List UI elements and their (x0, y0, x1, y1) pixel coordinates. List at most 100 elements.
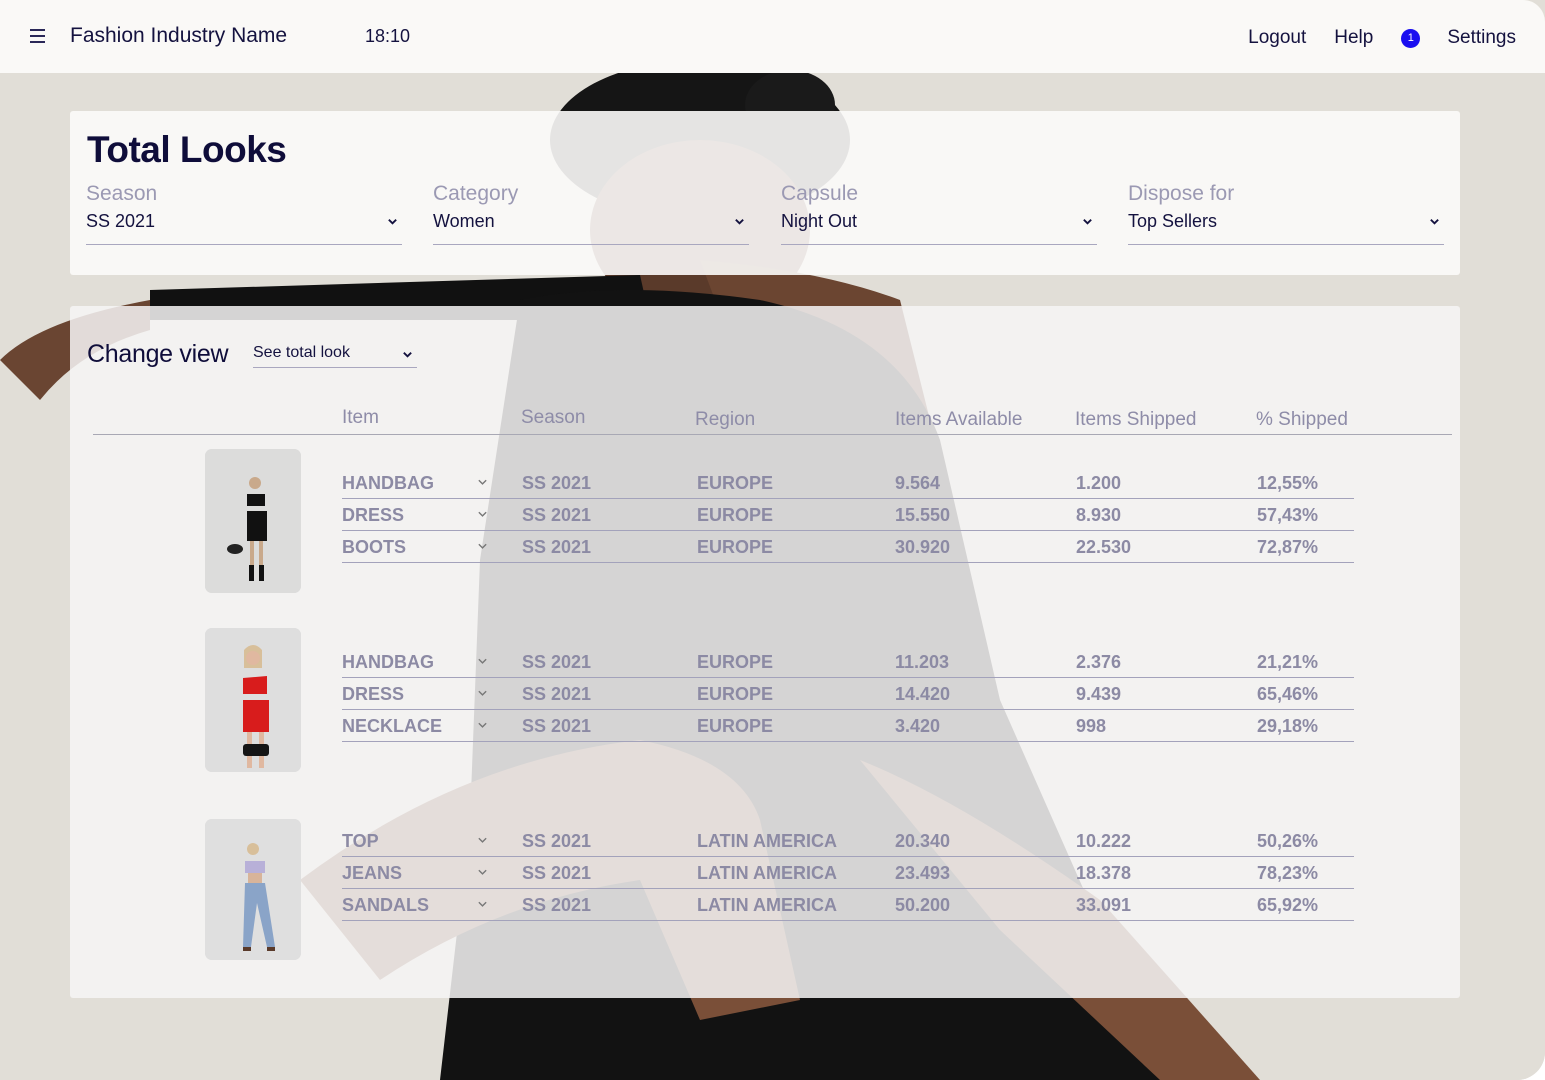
table-row[interactable]: SANDALS SS 2021 LATIN AMERICA 50.200 33.… (342, 889, 1354, 921)
cell-region: EUROPE (697, 716, 774, 736)
category-label: Category (433, 182, 519, 205)
chevron-down-icon[interactable] (477, 868, 488, 877)
cell-available: 9.564 (895, 473, 941, 493)
view-select[interactable]: See total look (253, 344, 417, 368)
cell-available: 14.420 (895, 684, 951, 704)
cell-available: 50.200 (895, 895, 951, 915)
column-header-season[interactable]: Season (521, 407, 585, 429)
change-view-label: Change view (87, 340, 229, 368)
top-bar: Fashion Industry Name 18:10 Logout Help … (0, 0, 1545, 73)
cell-pct-shipped: 78,23% (1257, 863, 1319, 883)
cell-season: SS 2021 (522, 863, 592, 883)
cell-available: 30.920 (895, 537, 951, 557)
table-row[interactable]: DRESS SS 2021 EUROPE 15.550 8.930 57,43% (342, 499, 1354, 531)
capsule-select[interactable]: Capsule Night Out (781, 181, 1097, 245)
cell-item: JEANS (342, 863, 403, 883)
chevron-down-icon[interactable] (477, 900, 488, 909)
category-value: Women (433, 211, 495, 231)
logout-link[interactable]: Logout (1248, 27, 1306, 49)
cell-item: BOOTS (342, 537, 407, 557)
cell-season: SS 2021 (522, 537, 592, 557)
cell-item: TOP (342, 831, 379, 851)
look-thumbnail-red-dress[interactable] (205, 628, 301, 772)
category-select[interactable]: Category Women (433, 181, 749, 245)
cell-season: SS 2021 (522, 473, 592, 493)
dispose-for-label: Dispose for (1128, 182, 1235, 205)
cell-item: HANDBAG (342, 473, 434, 493)
brand-name: Fashion Industry Name (70, 24, 288, 47)
dispose-for-select[interactable]: Dispose for Top Sellers (1128, 181, 1444, 245)
table-row[interactable]: DRESS SS 2021 EUROPE 14.420 9.439 65,46% (342, 678, 1354, 710)
cell-item: DRESS (342, 684, 405, 704)
app-frame: Fashion Industry Name 18:10 Logout Help … (0, 0, 1545, 1080)
cell-region: EUROPE (697, 505, 774, 525)
cell-season: SS 2021 (522, 652, 592, 672)
looks-table-panel: Change view See total look Item Season R… (70, 306, 1460, 998)
cell-available: 3.420 (895, 716, 941, 736)
chevron-down-icon[interactable] (477, 478, 488, 487)
chevron-down-icon (403, 352, 412, 358)
cell-season: SS 2021 (522, 684, 592, 704)
model-photo (205, 449, 301, 593)
table-row[interactable]: BOOTS SS 2021 EUROPE 30.920 22.530 72,87… (342, 531, 1354, 563)
filters-panel: Total Looks Season SS 2021 Category Wome… (70, 111, 1460, 275)
cell-shipped: 8.930 (1076, 505, 1122, 525)
cell-shipped: 1.200 (1076, 473, 1122, 493)
chevron-down-icon[interactable] (477, 542, 488, 551)
cell-pct-shipped: 50,26% (1257, 831, 1319, 851)
cell-pct-shipped: 65,92% (1257, 895, 1319, 915)
cell-available: 20.340 (895, 831, 951, 851)
cell-pct-shipped: 29,18% (1257, 716, 1319, 736)
table-row[interactable]: JEANS SS 2021 LATIN AMERICA 23.493 18.37… (342, 857, 1354, 889)
chevron-down-icon[interactable] (477, 836, 488, 845)
table-header: Item Season Region Items Available Items… (93, 402, 1452, 435)
chevron-down-icon[interactable] (477, 657, 488, 666)
cell-pct-shipped: 57,43% (1257, 505, 1319, 525)
cell-item: HANDBAG (342, 652, 434, 672)
model-photo (205, 819, 301, 960)
look-thumbnail-jeans-top[interactable] (205, 819, 301, 960)
cell-season: SS 2021 (522, 895, 592, 915)
cell-shipped: 22.530 (1076, 537, 1132, 557)
chevron-down-icon[interactable] (477, 689, 488, 698)
table-row[interactable]: NECKLACE SS 2021 EUROPE 3.420 998 29,18% (342, 710, 1354, 742)
season-select[interactable]: Season SS 2021 (86, 181, 402, 245)
column-header-pct-shipped[interactable]: % Shipped (1256, 409, 1348, 431)
column-header-item[interactable]: Item (342, 407, 379, 429)
cell-shipped: 9.439 (1076, 684, 1122, 704)
model-photo (205, 628, 301, 772)
column-header-items-available[interactable]: Items Available (895, 409, 1022, 431)
cell-region: LATIN AMERICA (697, 863, 837, 883)
chevron-down-icon[interactable] (477, 510, 488, 519)
cell-season: SS 2021 (522, 505, 592, 525)
column-header-region[interactable]: Region (695, 409, 755, 431)
chevron-down-icon[interactable] (477, 721, 488, 730)
chevron-down-icon (1083, 219, 1092, 225)
hamburger-menu-icon[interactable] (30, 29, 45, 43)
page-title: Total Looks (87, 129, 287, 170)
table-row[interactable]: HANDBAG SS 2021 EUROPE 11.203 2.376 21,2… (342, 646, 1354, 678)
cell-region: EUROPE (697, 537, 774, 557)
season-label: Season (86, 182, 158, 205)
view-select-value: See total look (253, 344, 350, 361)
table-row[interactable]: HANDBAG SS 2021 EUROPE 9.564 1.200 12,55… (342, 467, 1354, 499)
help-link[interactable]: Help (1334, 27, 1373, 49)
notification-badge[interactable]: 1 (1401, 28, 1421, 48)
chevron-down-icon (735, 219, 744, 225)
cell-shipped: 10.222 (1076, 831, 1132, 851)
table-row[interactable]: TOP SS 2021 LATIN AMERICA 20.340 10.222 … (342, 825, 1354, 857)
look-thumbnail-black-dress[interactable] (205, 449, 301, 593)
cell-season: SS 2021 (522, 831, 592, 851)
cell-pct-shipped: 65,46% (1257, 684, 1319, 704)
cell-shipped: 33.091 (1076, 895, 1132, 915)
dispose-for-value: Top Sellers (1128, 211, 1218, 231)
column-header-items-shipped[interactable]: Items Shipped (1075, 409, 1196, 431)
cell-region: EUROPE (697, 652, 774, 672)
settings-link[interactable]: Settings (1447, 27, 1516, 49)
chevron-down-icon (1430, 219, 1439, 225)
cell-region: EUROPE (697, 684, 774, 704)
cell-region: LATIN AMERICA (697, 831, 837, 851)
cell-item: DRESS (342, 505, 405, 525)
capsule-label: Capsule (781, 182, 859, 205)
cell-shipped: 18.378 (1076, 863, 1132, 883)
